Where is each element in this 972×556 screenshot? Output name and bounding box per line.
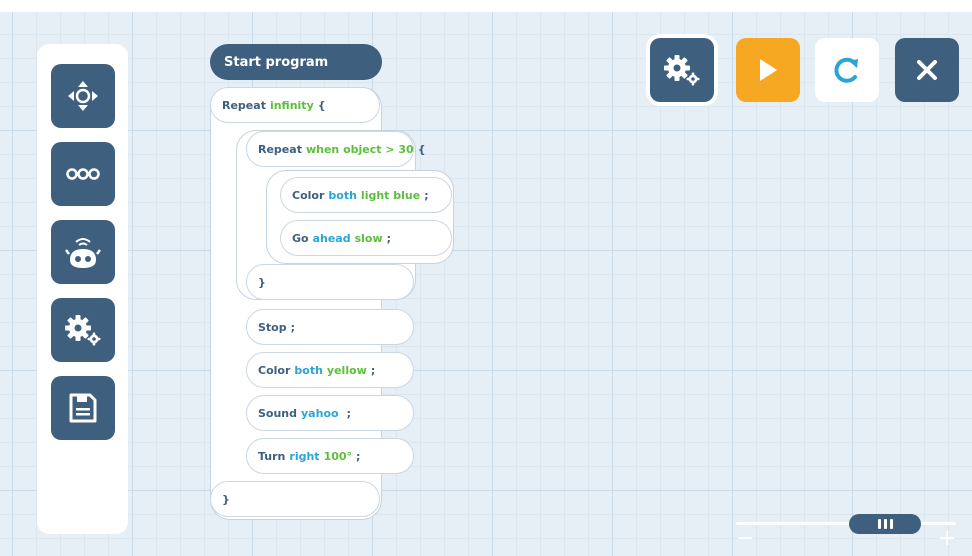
semicolon: ; xyxy=(424,188,429,202)
stop-line[interactable]: Stop ; xyxy=(246,309,414,345)
settings-button[interactable] xyxy=(51,298,115,362)
close-button[interactable] xyxy=(895,38,959,102)
open-brace: { xyxy=(317,98,326,112)
keyword: Turn xyxy=(258,449,286,463)
direction-pad-icon xyxy=(68,81,98,111)
semicolon: ; xyxy=(370,363,376,377)
zoom-track[interactable] xyxy=(736,522,956,525)
keyword: Sound xyxy=(258,406,298,420)
close-brace: } xyxy=(258,275,266,289)
value-1[interactable]: both xyxy=(294,364,323,377)
keyword: Stop xyxy=(258,320,287,334)
zoom-in-label[interactable]: + xyxy=(938,526,956,551)
value-2[interactable]: yellow xyxy=(327,364,367,377)
semicolon: ; xyxy=(290,320,296,334)
inner-close-line: } xyxy=(246,264,414,300)
grip-line xyxy=(889,519,893,529)
value-2[interactable]: 100° xyxy=(324,450,352,463)
top-bar xyxy=(0,0,972,12)
keyword: Repeat xyxy=(258,142,302,156)
repeat-when-line[interactable]: Repeat when object > 30 { xyxy=(246,131,426,167)
reload-button[interactable] xyxy=(815,38,879,102)
more-dots-icon xyxy=(66,168,100,180)
start-program-block[interactable]: Start program xyxy=(210,44,382,80)
robot-button[interactable] xyxy=(51,220,115,284)
more-button[interactable] xyxy=(51,142,115,206)
keyword: Go xyxy=(292,231,309,245)
value-1[interactable]: ahead xyxy=(313,232,351,245)
go-ahead-line[interactable]: Go ahead slow ; xyxy=(280,220,452,256)
direction-button[interactable] xyxy=(51,64,115,128)
turn-line[interactable]: Turn right 100° ; xyxy=(246,438,414,474)
close-brace: } xyxy=(222,492,230,506)
settings-gears-icon xyxy=(664,55,700,86)
sound-line[interactable]: Sound yahoo ; xyxy=(246,395,414,431)
settings-tool-button[interactable] xyxy=(650,38,714,102)
semicolon: ; xyxy=(386,231,392,245)
reload-icon xyxy=(834,57,858,83)
open-brace: { xyxy=(417,142,426,156)
close-icon xyxy=(917,60,937,80)
value-1[interactable]: right xyxy=(289,450,319,463)
zoom-out-label[interactable]: − xyxy=(736,526,754,551)
value[interactable]: when object > 30 xyxy=(306,143,414,156)
play-button[interactable] xyxy=(736,38,800,102)
value-2[interactable]: light blue xyxy=(361,189,420,202)
grip-line xyxy=(883,519,887,529)
keyword: Color xyxy=(258,363,291,377)
value-2[interactable]: slow xyxy=(355,232,383,245)
outer-close-line: } xyxy=(210,481,380,517)
value[interactable]: infinity xyxy=(270,99,314,112)
semicolon: ; xyxy=(356,449,361,463)
left-sidebar xyxy=(37,44,128,534)
keyword: Repeat xyxy=(222,98,266,112)
grip-line xyxy=(877,519,881,529)
keyword: Color xyxy=(292,188,325,202)
zoom-handle[interactable] xyxy=(849,514,921,534)
value-1[interactable]: both xyxy=(328,189,357,202)
semicolon: ; xyxy=(346,406,351,420)
value-1[interactable]: yahoo xyxy=(301,407,339,420)
play-icon xyxy=(760,59,777,81)
save-floppy-icon xyxy=(69,393,97,423)
color-yellow-line[interactable]: Color both yellow ; xyxy=(246,352,414,388)
robot-wifi-icon xyxy=(65,238,101,268)
repeat-infinity-line[interactable]: Repeat infinity { xyxy=(210,87,380,123)
settings-gears-icon xyxy=(65,315,101,346)
save-button[interactable] xyxy=(51,376,115,440)
start-program-label: Start program xyxy=(224,54,329,70)
color-light-blue-line[interactable]: Color both light blue ; xyxy=(280,177,452,213)
